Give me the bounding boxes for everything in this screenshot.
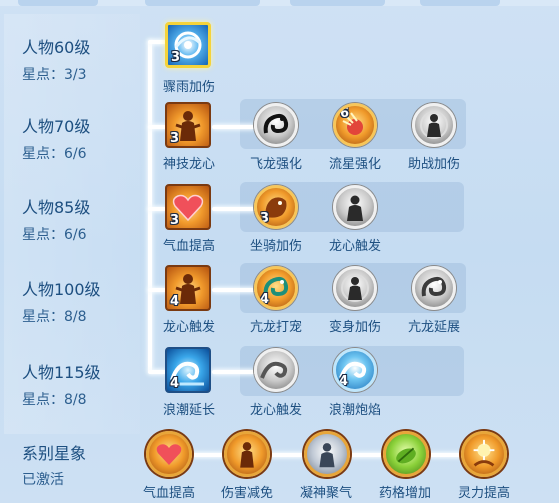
skill-count: 3 xyxy=(171,50,181,65)
connector-line xyxy=(148,288,166,292)
skill-longxin-chufa-main[interactable]: 4 xyxy=(165,265,211,311)
skill-label: 龙心触发 xyxy=(162,320,215,335)
dragon-icon xyxy=(415,269,453,307)
top-strip xyxy=(0,0,559,6)
skill-label: 浪潮炮焰 xyxy=(328,403,381,418)
skill-label: 坐骑加伤 xyxy=(249,239,302,254)
skill-label: 气血提高 xyxy=(162,239,215,254)
level-stars: 星点：6/6 xyxy=(22,146,87,162)
constellation-status: 已激活 xyxy=(22,472,64,488)
level-name: 人物60级 xyxy=(22,38,91,57)
connector-line xyxy=(212,125,256,129)
constellation-title: 系别星象 xyxy=(22,444,87,463)
skill-count: 4 xyxy=(170,376,180,391)
connector-line xyxy=(212,370,256,374)
skill-label: 助战加伤 xyxy=(407,157,460,172)
constellation-lingli-tigao[interactable] xyxy=(461,431,507,477)
skill-bianshen-jiashang[interactable] xyxy=(333,266,377,310)
constellation-qixue-tigao[interactable] xyxy=(146,431,192,477)
skill-longxin-chufa[interactable] xyxy=(333,185,377,229)
top-tab xyxy=(18,0,98,6)
figure-icon xyxy=(307,434,347,474)
constellation-label: 凝神聚气 xyxy=(299,486,352,501)
skill-count: 4 xyxy=(260,292,270,307)
skill-count: 3 xyxy=(170,131,180,146)
aura-figure-icon xyxy=(336,269,374,307)
skill-count: 4 xyxy=(339,374,349,389)
skill-label: 龙心触发 xyxy=(328,239,381,254)
level-60: 人物60级 星点：3/3 xyxy=(22,34,90,84)
connector-line xyxy=(148,40,166,44)
skill-langchao-paoyan[interactable]: 4 xyxy=(333,348,377,392)
level-115: 人物115级 星点：8/8 xyxy=(22,359,101,409)
spark-hand-icon xyxy=(464,434,504,474)
skill-label: 飞龙强化 xyxy=(249,157,302,172)
skill-label: 流星强化 xyxy=(328,157,381,172)
skill-label: 神技龙心 xyxy=(162,157,215,172)
skill-zuoqi-jiashang[interactable]: 3 xyxy=(254,185,298,229)
connector-line xyxy=(148,125,166,129)
connector-line xyxy=(148,370,166,374)
constellation-label: 灵力提高 xyxy=(457,486,510,501)
skill-label: 骤雨加伤 xyxy=(162,80,215,95)
skill-count: 3 xyxy=(260,211,270,226)
constellation-label: 气血提高 xyxy=(142,486,195,501)
level-stars: 星点：8/8 xyxy=(22,392,87,408)
level-100: 人物100级 星点：8/8 xyxy=(22,276,101,326)
constellation-yaoge-zengjia[interactable] xyxy=(383,431,429,477)
level-stars: 星点：3/3 xyxy=(22,67,87,83)
level-70: 人物70级 星点：6/6 xyxy=(22,113,90,163)
skill-feilong-qianghua[interactable] xyxy=(254,103,298,147)
skill-qixue-tigao[interactable]: 3 xyxy=(165,184,211,230)
level-stars: 星点：8/8 xyxy=(22,309,87,325)
skill-zhouyu-jiashang[interactable]: 3 xyxy=(165,22,211,68)
level-name: 人物115级 xyxy=(22,363,101,382)
level-name: 人物100级 xyxy=(22,280,101,299)
level-name: 人物85级 xyxy=(22,198,91,217)
constellation-ningshen-juqi[interactable] xyxy=(304,431,350,477)
skill-label: 变身加伤 xyxy=(328,320,381,335)
top-tab xyxy=(420,0,500,6)
skill-label: 浪潮延长 xyxy=(162,403,215,418)
skill-longxin-chufa-sub[interactable] xyxy=(254,348,298,392)
skill-label: 龙心触发 xyxy=(249,403,302,418)
skill-count: 6 xyxy=(340,106,350,121)
herb-icon xyxy=(386,434,426,474)
constellation-shanghai-jianmian[interactable] xyxy=(224,431,270,477)
warrior-icon xyxy=(227,434,267,474)
skill-count: 3 xyxy=(170,213,180,228)
connector-line xyxy=(212,288,256,292)
wave-icon xyxy=(257,351,295,389)
level-name: 人物70级 xyxy=(22,117,91,136)
connector-line xyxy=(212,207,256,211)
level-stars: 星点：6/6 xyxy=(22,227,87,243)
skill-kanglong-dachong[interactable]: 4 xyxy=(254,266,298,310)
skill-shenji-longxin[interactable]: 3 xyxy=(165,102,211,148)
skill-langchao-yanchang[interactable]: 4 xyxy=(165,347,211,393)
aura-figure-icon xyxy=(415,106,453,144)
top-tab xyxy=(290,0,385,6)
skill-label: 亢龙延展 xyxy=(407,320,460,335)
top-tab xyxy=(145,0,260,6)
skill-count: 4 xyxy=(170,294,180,309)
constellation-header: 系别星象 已激活 xyxy=(22,440,86,489)
heart-icon xyxy=(149,434,189,474)
constellation-label: 药格增加 xyxy=(378,486,431,501)
constellation-label: 伤害减免 xyxy=(220,486,273,501)
connector-line xyxy=(148,207,166,211)
skill-label: 亢龙打宠 xyxy=(249,320,302,335)
skill-zhuzhan-jiashang[interactable] xyxy=(412,103,456,147)
dragon-icon xyxy=(257,106,295,144)
skill-liuxing-qianghua[interactable]: 6 xyxy=(333,103,377,147)
skill-kanglong-yanzhan[interactable] xyxy=(412,266,456,310)
level-85: 人物85级 星点：6/6 xyxy=(22,194,90,244)
figure-icon xyxy=(336,188,374,226)
